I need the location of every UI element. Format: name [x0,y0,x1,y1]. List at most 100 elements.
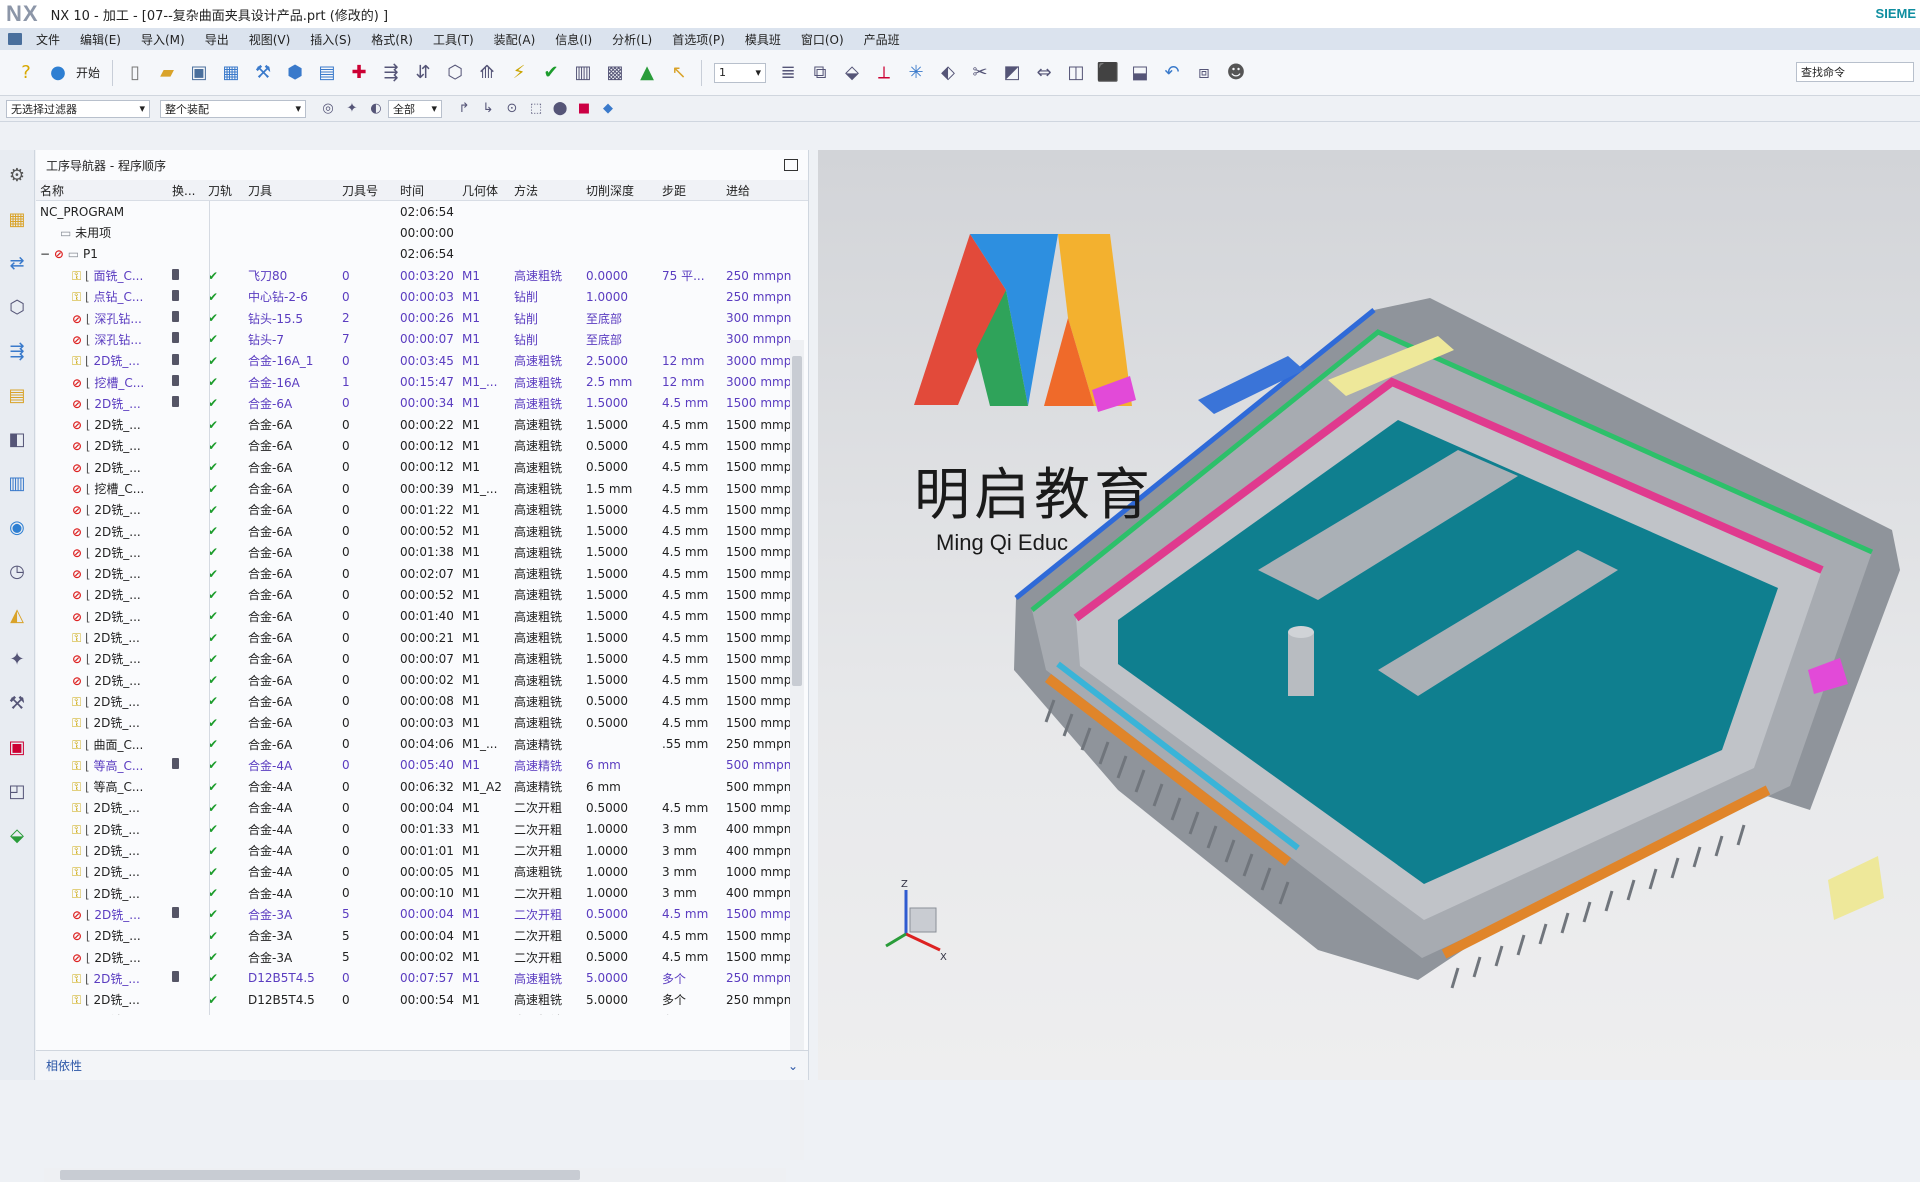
feature-icon[interactable]: ⬙ [4,822,30,848]
cube-icon[interactable]: ◆ [599,100,617,118]
system-scenery-icon[interactable]: ◰ [4,778,30,804]
column-header[interactable]: 方法 [510,182,582,199]
table-row[interactable]: ⚿ ⌊ 2D铣_...✔D12B5T4.5000:00:54M1高速粗铣5.00… [36,989,808,1010]
start-menu-label[interactable]: 开始 [76,64,100,81]
dependency-panel[interactable]: 相依性 ⌄ [36,1050,808,1080]
help-icon[interactable]: ? [13,60,39,86]
snap-scope-combo[interactable]: 全部 ▾ [388,99,442,118]
menu-item[interactable]: 文件 [26,31,70,48]
table-row[interactable]: ⚿ ⌊ 2D铣_... ✔ 合金-16A_1 0 00:03:45 M1 高速粗铣 2.500… [36,350,808,371]
color-wheel-icon[interactable]: ◐ [367,100,385,118]
menu-app-icon[interactable] [8,33,22,45]
save-view-icon[interactable]: ⬓ [1127,60,1153,86]
column-header[interactable]: 时间 [396,182,458,199]
column-header[interactable]: 刀具 [244,182,338,199]
create-operation-icon[interactable]: ✚ [346,60,372,86]
machine-navigator-icon[interactable]: ▤ [4,382,30,408]
column-header[interactable]: 换... [168,182,204,199]
settings-icon[interactable]: ⚙ [4,162,30,188]
wcs-icon[interactable]: ✳ [903,60,929,86]
menu-item[interactable]: 导出 [195,31,239,48]
table-row[interactable]: ⊘ ⌊ 2D铣_... ✔ 合金-6A 0 00:00:07 M1 高速粗铣 1.5000 4.… [36,648,808,669]
table-row[interactable]: ⚿ ⌊ 2D铣_...✔D12B5T4.5000:00:54M1高速粗铣5.00… [36,1010,808,1015]
postprocess-icon[interactable]: ▥ [570,60,596,86]
table-row[interactable]: ⚿ ⌊ 等高_C... ✔ 合金-4A 0 00:06:32 M1_A2 高速精铣 6 mm 5… [36,776,808,797]
table-row[interactable]: ⊘ ⌊ 2D铣_... ✔ 合金-6A 0 00:00:12 M1 高速粗铣 0.5000 4.… [36,435,808,456]
table-row[interactable]: ⊘ ⌊ 2D铣_... ✔ 合金-6A 0 00:00:22 M1 高速粗铣 1.5000 4.… [36,414,808,435]
work-layer-combo[interactable]: 1 ▾ [714,62,767,83]
table-row[interactable]: ⚿ ⌊ 2D铣_... ✔ 合金-4A 0 00:00:04 M1 二次开粗 0.5000 4.… [36,797,808,818]
table-row[interactable]: ⚿ ⌊ 面铣_C... ✔ 飞刀80 0 00:03:20 M1 高速粗铣 0.0000 75 … [36,265,808,286]
table-row[interactable]: ⊘ ⌊ 2D铣_... ✔ 合金-6A 0 00:01:38 M1 高速粗铣 1.5000 4.… [36,542,808,563]
operation-navigator-icon[interactable]: ⇶ [4,338,30,364]
table-row[interactable]: ⚿ ⌊ 点钻_C... ✔ 中心钻-2-6 0 00:00:03 M1 钻削 1.0000 25… [36,286,808,307]
graphics-viewport[interactable]: Z X 明启教育 Ming Qi Educ [818,150,1920,1080]
selection-filter-combo[interactable]: 无选择过滤器 ▾ [6,99,150,118]
machine-view-icon[interactable]: ⇵ [410,60,436,86]
table-row[interactable]: ⚿ ⌊ 2D铣_... ✔ 合金-4A 0 00:01:01 M1 二次开粗 1.0000 3 … [36,840,808,861]
assembly-navigator-icon[interactable]: ▦ [4,206,30,232]
reuse-library-icon[interactable]: ◧ [4,426,30,452]
generate-toolpath-icon[interactable]: ⚡ [506,60,532,86]
table-row[interactable]: ⊘ ⌊ 2D铣_... ✔ 合金-6A 0 00:00:12 M1 高速粗铣 0.5000 4.… [36,457,808,478]
assembly-scope-combo[interactable]: 整个装配 ▾ [160,99,306,118]
method-view-icon[interactable]: ⟰ [474,60,500,86]
table-row[interactable]: ⊘ ⌊ 2D铣_... ✔ 合金-6A 0 00:00:02 M1 高速粗铣 1.5000 4.… [36,670,808,691]
simulate-icon[interactable]: ▲ [634,60,660,86]
clip-icon[interactable]: ✂ [967,60,993,86]
table-row[interactable]: ⚿ ⌊ 2D铣_... ✔ 合金-4A 0 00:01:33 M1 二次开粗 1.0000 3 … [36,819,808,840]
tree-node[interactable]: − ⊘ ▭ P1 02:06:54 [36,244,808,265]
table-row[interactable]: ⊘ ⌊ 挖槽_C... ✔ 合金-6A 0 00:00:39 M1_... 高速粗铣 1.5 … [36,478,808,499]
process-studio-icon[interactable]: ✦ [4,646,30,672]
table-row[interactable]: ⊘ ⌊ 2D铣_... ✔ 合金-3A 5 00:00:04 M1 二次开粗 0.5000 4.… [36,925,808,946]
table-row[interactable]: ⊘ ⌊ 2D铣_... ✔ 合金-6A 0 00:01:22 M1 高速粗铣 1.5000 4.… [36,499,808,520]
scroll-thumb[interactable] [60,1170,580,1180]
menu-item[interactable]: 分析(L) [602,31,662,48]
menu-item[interactable]: 视图(V) [239,31,301,48]
snap-view-icon[interactable]: ⬖ [935,60,961,86]
table-row[interactable]: ⊘ ⌊ 2D铣_... ✔ 合金-6A 0 00:00:52 M1 高速粗铣 1.5000 4.… [36,520,808,541]
column-header[interactable]: 刀具号 [338,182,396,199]
create-geometry-icon[interactable]: ⬢ [282,60,308,86]
menu-item[interactable]: 插入(S) [300,31,361,48]
section-icon[interactable]: ◩ [999,60,1025,86]
column-header[interactable]: 刀轨 [204,182,244,199]
create-program-icon[interactable]: ▦ [218,60,244,86]
shop-doc-icon[interactable]: ▩ [602,60,628,86]
scroll-thumb[interactable] [792,356,802,686]
library-icon[interactable]: ▥ [4,470,30,496]
render-icon[interactable]: ■ [575,100,593,118]
table-row[interactable]: ⚿ ⌊ 2D铣_... ✔ 合金-4A 0 00:00:05 M1 高速粗铣 1.0000 3 … [36,861,808,882]
table-row[interactable]: ⊘ ⌊ 深孔钻... ✔ 钻头-7 7 00:00:07 M1 钻削 至底部 300 mmpn [36,329,808,350]
table-row[interactable]: ⚿ ⌊ 曲面_C... ✔ 合金-6A 0 00:04:06 M1_... 高速精铣 .55 … [36,733,808,754]
csys-icon[interactable]: ⟂ [871,60,897,86]
menu-item[interactable]: 编辑(E) [70,31,131,48]
create-method-icon[interactable]: ▤ [314,60,340,86]
window-icon[interactable]: ⧈ [1191,60,1217,86]
table-row[interactable]: ⊘ ⌊ 2D铣_... ✔ 合金-3A 5 00:00:02 M1 二次开粗 0.5000 4.… [36,946,808,967]
table-row[interactable]: ⚿ ⌊ 2D铣_... ✔ 合金-6A 0 00:00:08 M1 高速粗铣 0.5000 4.… [36,691,808,712]
highlight-icon[interactable]: ⬛ [1095,60,1121,86]
column-header[interactable]: 步距 [658,182,722,199]
tree-node[interactable]: NC_PROGRAM 02:06:54 [36,201,808,222]
menu-item[interactable]: 首选项(P) [662,31,735,48]
layer-settings-icon[interactable]: ⧉ [807,60,833,86]
menu-item[interactable]: 格式(R) [361,31,423,48]
menu-item[interactable]: 产品班 [854,31,910,48]
table-row[interactable]: ⊘ ⌊ 2D铣_... ✔ 合金-6A 0 00:01:40 M1 高速粗铣 1.5000 4.… [36,606,808,627]
command-search-input[interactable]: 查找命令 [1796,62,1914,82]
snap-icon[interactable]: ◎ [319,100,337,118]
roles-icon[interactable]: ☻ [1223,60,1249,86]
save-icon[interactable]: ▣ [186,60,212,86]
maximize-icon[interactable] [784,159,798,171]
table-row[interactable]: ⊘ ⌊ 2D铣_... ✔ 合金-6A 0 00:00:34 M1 高速粗铣 1.5000 4.… [36,393,808,414]
column-header[interactable]: 进给 [722,182,808,199]
vertical-scrollbar[interactable] [790,340,804,1160]
table-row[interactable]: ⚿ ⌊ 2D铣_... ✔ 合金-6A 0 00:00:21 M1 高速粗铣 1.5000 4.… [36,627,808,648]
table-row[interactable]: ⊘ ⌊ 2D铣_... ✔ 合金-6A 0 00:02:07 M1 高速粗铣 1.5000 4.… [36,563,808,584]
system-materials-icon[interactable]: ◭ [4,602,30,628]
new-file-icon[interactable]: ▯ [122,60,148,86]
collapse-icon[interactable]: − [40,247,50,261]
circle-select-icon[interactable]: ⊙ [503,100,521,118]
history-icon[interactable]: ◷ [4,558,30,584]
